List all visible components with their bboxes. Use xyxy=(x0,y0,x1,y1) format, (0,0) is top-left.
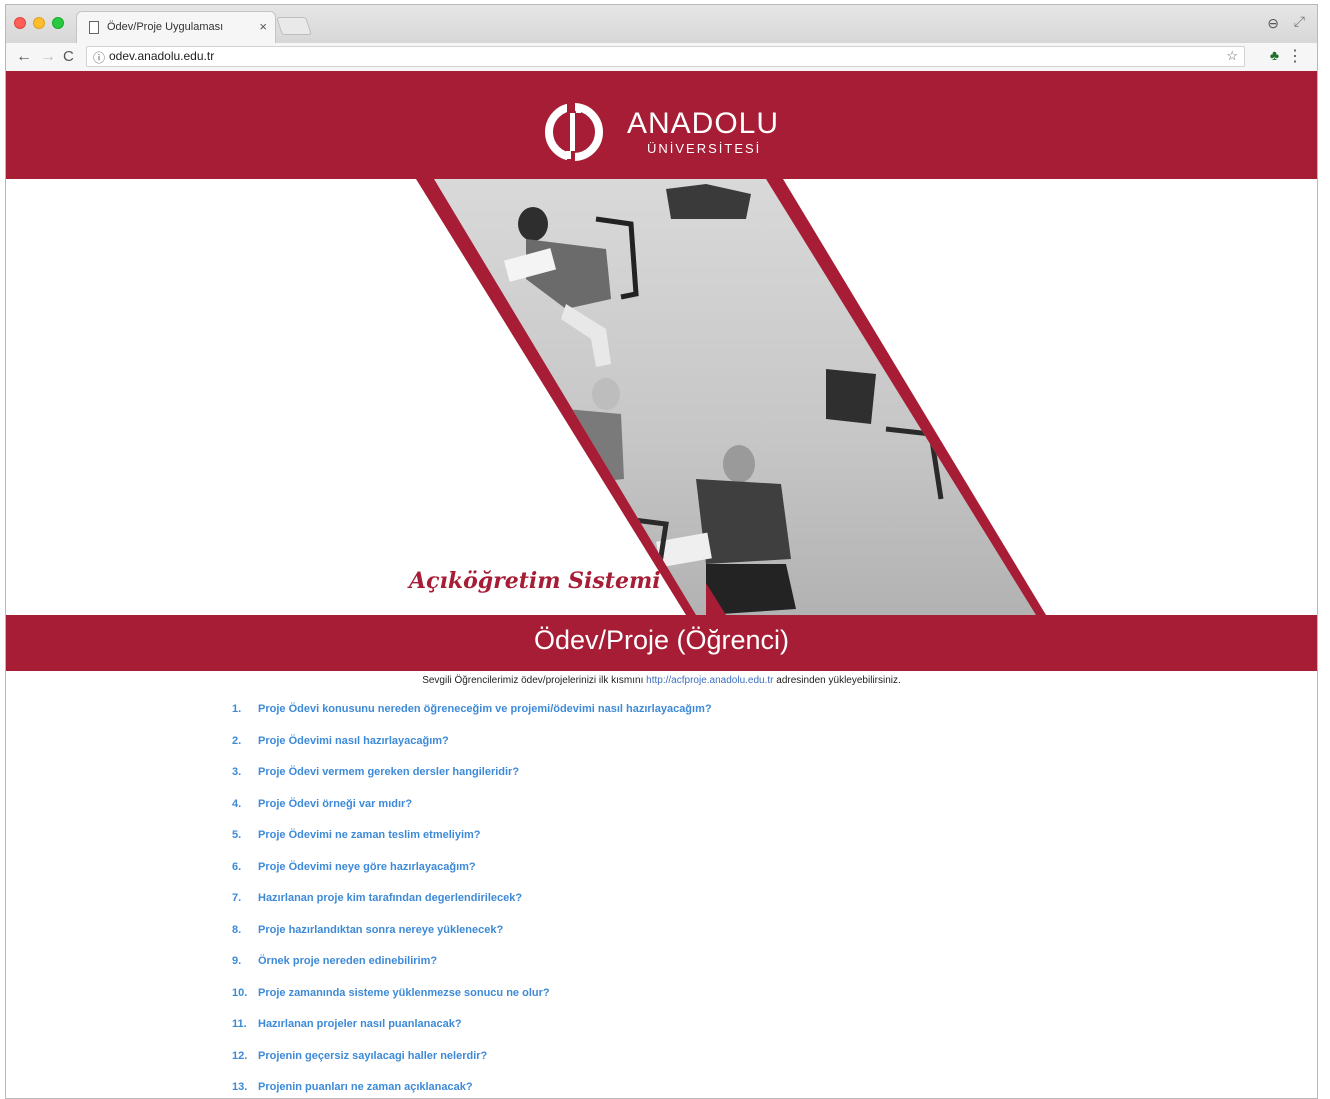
faq-question-link[interactable]: Projenin puanları ne zaman açıklanacak? xyxy=(258,1081,473,1093)
bookmark-star-icon[interactable]: ☆ xyxy=(1226,48,1238,64)
faq-number: 1. xyxy=(232,703,242,715)
minimize-window-button[interactable] xyxy=(33,17,45,29)
page-content: ANADOLU ÜNİVERSİTESİ Açıköğretim Sistemi… xyxy=(6,71,1317,1098)
faq-number: 9. xyxy=(232,955,242,967)
logo-subtitle: ÜNİVERSİTESİ xyxy=(647,141,762,156)
faq-number: 5. xyxy=(232,829,242,841)
page-icon xyxy=(89,21,99,34)
active-tab[interactable]: Ödev/Proje Uygulaması × xyxy=(76,11,276,43)
reload-icon[interactable]: C xyxy=(63,47,74,67)
faq-item: 13. Projenin puanları ne zaman açıklanaca… xyxy=(232,1081,712,1098)
faq-question-link[interactable]: Proje hazırlandıktan sonra nereye yüklen… xyxy=(258,924,503,936)
browser-window: Ödev/Proje Uygulaması × ⊖ ⤢ ← → C ⓘ odev… xyxy=(5,4,1318,1099)
faq-item: 3. Proje Ödevi vermem gereken dersler han… xyxy=(232,766,712,798)
upload-notice: Sevgili Öğrencilerimiz ödev/projeleriniz… xyxy=(6,675,1317,686)
faq-question-link[interactable]: Proje Ödevi örneği var mıdır? xyxy=(258,798,412,810)
back-icon[interactable]: ← xyxy=(16,47,32,67)
close-window-button[interactable] xyxy=(14,17,26,29)
tab-strip: Ödev/Proje Uygulaması × ⊖ ⤢ xyxy=(6,5,1317,44)
hero-tagline: Açıköğretim Sistemi xyxy=(409,568,661,594)
new-tab-button[interactable] xyxy=(276,17,312,35)
address-bar[interactable]: ⓘ odev.anadolu.edu.tr ☆ xyxy=(86,46,1245,67)
forward-icon[interactable]: → xyxy=(40,47,56,67)
faq-question-link[interactable]: Hazırlanan proje kim tarafından degerlen… xyxy=(258,892,522,904)
header-band: ANADOLU ÜNİVERSİTESİ xyxy=(6,71,1317,179)
browser-toolbar: ← → C ⓘ odev.anadolu.edu.tr ☆ ♣ ⋮ xyxy=(6,43,1317,72)
fullscreen-icon[interactable]: ⤢ xyxy=(1294,13,1305,30)
faq-question-link[interactable]: Proje Ödevimi ne zaman teslim etmeliyim? xyxy=(258,829,481,841)
menu-icon[interactable]: ⋮ xyxy=(1287,46,1303,66)
faq-question-link[interactable]: Proje zamanında sisteme yüklenmezse sonu… xyxy=(258,987,550,999)
faq-item: 5. Proje Ödevimi ne zaman teslim etmeliyi… xyxy=(232,829,712,861)
faq-number: 7. xyxy=(232,892,242,904)
faq-item: 4. Proje Ödevi örneği var mıdır? xyxy=(232,798,712,830)
info-icon[interactable]: ⓘ xyxy=(93,49,105,66)
faq-number: 6. xyxy=(232,860,242,873)
extension-icon[interactable]: ♣ xyxy=(1270,47,1279,63)
faq-number: 4. xyxy=(232,797,242,810)
faq-question-link[interactable]: Hazırlanan projeler nasıl puanlanacak? xyxy=(258,1018,462,1030)
url-text[interactable]: odev.anadolu.edu.tr xyxy=(109,49,214,63)
faq-item: 7. Hazırlanan proje kim tarafından degerl… xyxy=(232,892,712,924)
faq-number: 2. xyxy=(232,734,242,747)
tab-close-icon[interactable]: × xyxy=(259,19,267,34)
faq-list: 1. Proje Ödevi konusunu nereden öğreneceğ… xyxy=(232,703,712,1098)
title-band: Ödev/Proje (Öğrenci) xyxy=(6,615,1317,671)
logo-mark-icon xyxy=(545,103,603,161)
faq-question-link[interactable]: Projenin geçersiz sayılacagi haller nele… xyxy=(258,1050,487,1062)
faq-item: 11. Hazırlanan projeler nasıl puanlanacak… xyxy=(232,1018,712,1050)
faq-question-link[interactable]: Proje Ödevimi nasıl hazırlayacağım? xyxy=(258,735,449,747)
faq-item: 10. Proje zamanında sisteme yüklenmezse s… xyxy=(232,987,712,1019)
page-title: Ödev/Proje (Öğrenci) xyxy=(533,625,790,655)
faq-question-link[interactable]: Proje Ödevi vermem gereken dersler hangi… xyxy=(258,766,519,778)
zoom-window-button[interactable] xyxy=(52,17,64,29)
upload-site-link[interactable]: http://acfproje.anadolu.edu.tr xyxy=(646,675,773,686)
faq-number: 12. xyxy=(232,1049,248,1062)
faq-number: 10. xyxy=(232,986,248,999)
faq-number: 8. xyxy=(232,923,242,936)
faq-number: 13. xyxy=(232,1081,248,1093)
faq-number: 3. xyxy=(232,766,242,778)
hero-banner-image xyxy=(416,179,1046,615)
notice-text-before: Sevgili Öğrencilerimiz ödev/projeleriniz… xyxy=(422,675,644,686)
faq-item: 12. Projenin geçersiz sayılacagi haller n… xyxy=(232,1050,712,1082)
faq-number: 11. xyxy=(232,1018,247,1030)
faq-item: 2. Proje Ödevimi nasıl hazırlayacağım? xyxy=(232,735,712,767)
faq-item: 9. Örnek proje nereden edinebilirim? xyxy=(232,955,712,987)
tab-title: Ödev/Proje Uygulaması xyxy=(107,21,224,33)
university-logo[interactable]: ANADOLU ÜNİVERSİTESİ xyxy=(543,101,793,163)
faq-item: 6. Proje Ödevimi neye göre hazırlayacağım… xyxy=(232,861,712,893)
notice-text-after: adresinden yükleyebilirsiniz. xyxy=(776,675,901,686)
faq-item: 1. Proje Ödevi konusunu nereden öğreneceğ… xyxy=(232,703,712,735)
faq-question-link[interactable]: Proje Ödevimi neye göre hazırlayacağım? xyxy=(258,861,476,873)
faq-question-link[interactable]: Proje Ödevi konusunu nereden öğreneceğim… xyxy=(258,703,712,715)
faq-question-link[interactable]: Örnek proje nereden edinebilirim? xyxy=(258,955,437,967)
logo-name: ANADOLU xyxy=(627,107,780,140)
profile-icon[interactable]: ⊖ xyxy=(1267,15,1279,32)
faq-item: 8. Proje hazırlandıktan sonra nereye yükl… xyxy=(232,924,712,956)
